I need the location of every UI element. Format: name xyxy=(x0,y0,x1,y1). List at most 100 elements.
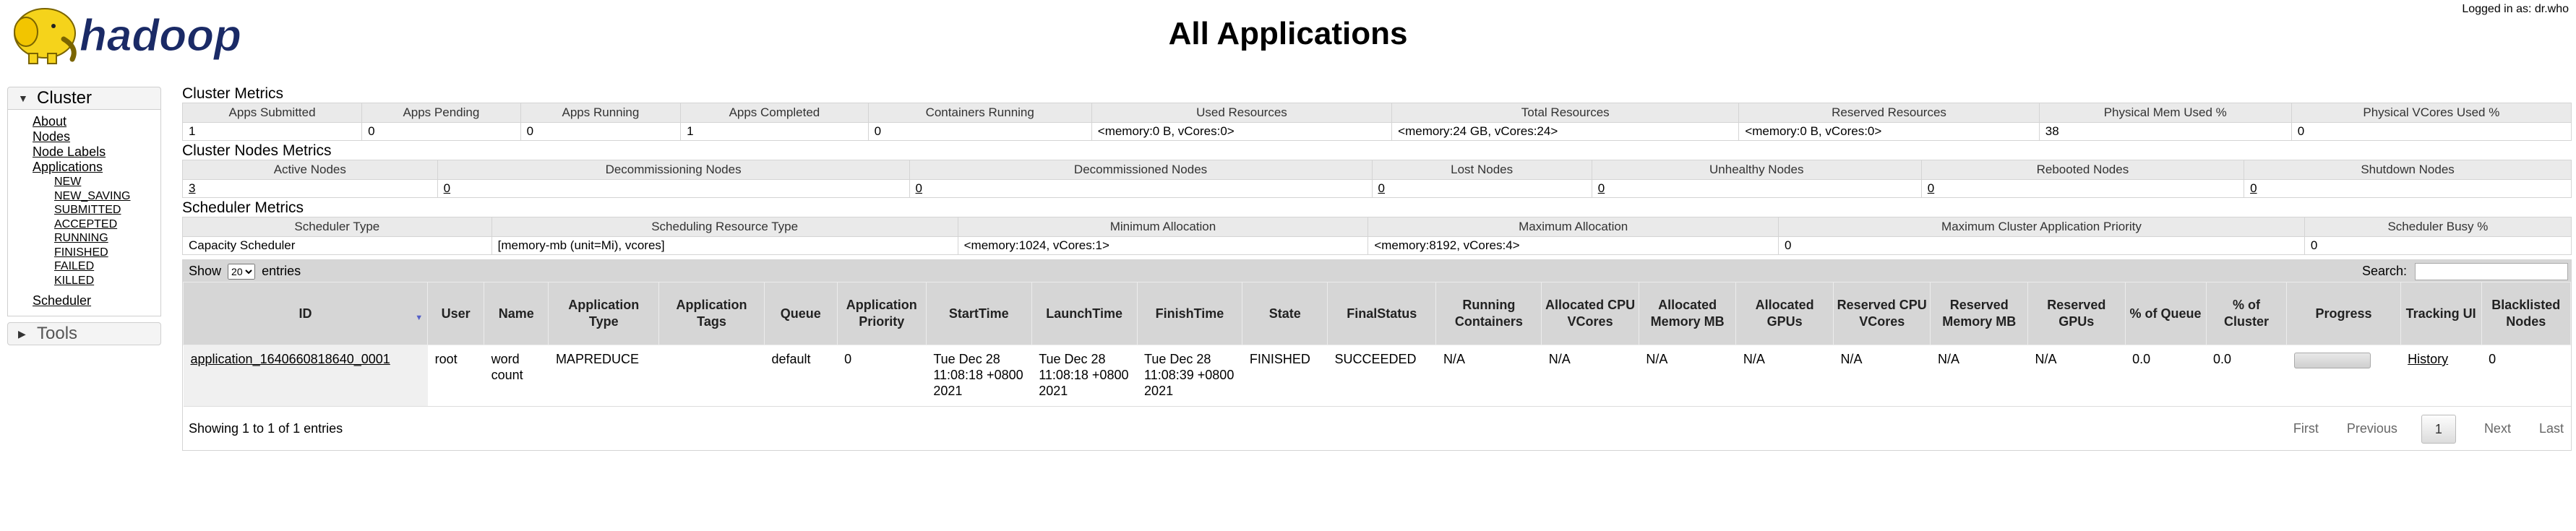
metric-header: Active Nodes xyxy=(182,160,438,180)
metric-value: <memory:1024, vCores:1> xyxy=(957,236,1369,255)
rebooted-nodes-link[interactable]: 0 xyxy=(1928,181,1934,195)
nav-state-killed[interactable]: KILLED xyxy=(54,275,94,287)
col-header-progress[interactable]: Progress xyxy=(2286,282,2401,345)
nav-state-failed[interactable]: FAILED xyxy=(54,260,94,272)
col-header-state[interactable]: State xyxy=(1242,282,1328,345)
metric-header: Apps Pending xyxy=(361,103,521,123)
nav-nodes-link[interactable]: Nodes xyxy=(33,129,70,144)
scheduler-metrics-title: Scheduler Metrics xyxy=(182,199,304,216)
metric-header: Rebooted Nodes xyxy=(1920,160,2245,180)
metric-header: Apps Completed xyxy=(680,103,869,123)
applications-panel: Show 20 entries Search: ID ▼ User Name Ap… xyxy=(182,259,2572,451)
metric-value: [memory-mb (unit=Mi), vcores] xyxy=(491,236,958,255)
pager-last[interactable]: Last xyxy=(2539,421,2564,436)
nav-state-submitted[interactable]: SUBMITTED xyxy=(54,204,121,216)
metric-header: Scheduler Type xyxy=(182,217,492,237)
metric-header: Scheduling Resource Type xyxy=(491,217,958,237)
nav-state-accepted[interactable]: ACCEPTED xyxy=(54,218,117,230)
pager-previous[interactable]: Previous xyxy=(2347,421,2397,436)
col-header-priority[interactable]: Application Priority xyxy=(836,282,927,345)
metric-value: <memory:8192, vCores:4> xyxy=(1368,236,1779,255)
metric-value: Capacity Scheduler xyxy=(182,236,492,255)
active-nodes-link[interactable]: 3 xyxy=(189,181,195,195)
sort-desc-icon: ▼ xyxy=(415,314,424,322)
col-header-name[interactable]: Name xyxy=(484,282,549,345)
col-header-allocated-cpu[interactable]: Allocated CPU VCores xyxy=(1541,282,1639,345)
cell-name: word count xyxy=(484,345,549,407)
col-header-final-status[interactable]: FinalStatus xyxy=(1327,282,1437,345)
pager-current-page[interactable]: 1 xyxy=(2421,415,2456,444)
entries-label: entries xyxy=(262,264,301,278)
col-header-app-type[interactable]: Application Type xyxy=(548,282,660,345)
decommissioning-nodes-link[interactable]: 0 xyxy=(444,181,450,195)
application-id-link[interactable]: application_1640660818640_0001 xyxy=(191,352,390,366)
cell-app-type: MAPREDUCE xyxy=(548,345,659,407)
cell-pct-queue: 0.0 xyxy=(2125,345,2207,407)
metric-header: Reserved Resources xyxy=(1738,103,2040,123)
col-header-app-tags[interactable]: Application Tags xyxy=(658,282,765,345)
col-header-finish-time[interactable]: FinishTime xyxy=(1136,282,1243,345)
table-info: Showing 1 to 1 of 1 entries xyxy=(189,421,343,436)
col-header-reserved-gpus[interactable]: Reserved GPUs xyxy=(2027,282,2126,345)
nav-state-finished[interactable]: FINISHED xyxy=(54,246,108,259)
cell-app-tags xyxy=(658,345,765,407)
metric-value: 0 xyxy=(520,122,682,141)
col-header-running-containers[interactable]: Running Containers xyxy=(1435,282,1542,345)
col-header-tracking-ui[interactable]: Tracking UI xyxy=(2400,282,2482,345)
decommissioned-nodes-link[interactable]: 0 xyxy=(916,181,922,195)
metric-header: Minimum Allocation xyxy=(957,217,1369,237)
scheduler-metrics-table: Scheduler Type Scheduling Resource Type … xyxy=(182,217,2572,255)
metric-header: Decommissioning Nodes xyxy=(437,160,910,180)
cell-reserved-gpus: N/A xyxy=(2027,345,2126,407)
col-header-launch-time[interactable]: LaunchTime xyxy=(1031,282,1138,345)
col-header-reserved-cpu[interactable]: Reserved CPU VCores xyxy=(1832,282,1931,345)
metric-header: Scheduler Busy % xyxy=(2304,217,2572,237)
logged-in-label: Logged in as: dr.who xyxy=(2462,3,2569,15)
nav-about-link[interactable]: About xyxy=(33,114,66,129)
applications-table: ID ▼ User Name Application Type Applicati… xyxy=(182,282,2572,407)
metric-value: 1 xyxy=(181,122,363,141)
metric-header: Used Resources xyxy=(1091,103,1393,123)
col-header-blacklisted-nodes[interactable]: Blacklisted Nodes xyxy=(2481,282,2572,345)
col-header-queue[interactable]: Queue xyxy=(763,282,838,345)
cluster-label: Cluster xyxy=(37,88,93,108)
table-footer: Showing 1 to 1 of 1 entries First Previo… xyxy=(183,407,2571,450)
nav-state-running[interactable]: RUNNING xyxy=(54,232,108,244)
cluster-section-header[interactable]: ▼ Cluster xyxy=(7,87,161,110)
col-header-allocated-memory[interactable]: Allocated Memory MB xyxy=(1638,282,1737,345)
lost-nodes-link[interactable]: 0 xyxy=(1378,181,1385,195)
search-input[interactable] xyxy=(2415,263,2568,281)
cell-queue: default xyxy=(764,345,838,407)
pager-first[interactable]: First xyxy=(2293,421,2319,436)
nav-state-new[interactable]: NEW xyxy=(54,176,81,188)
metric-value: 0 xyxy=(2291,122,2572,141)
cell-progress xyxy=(2286,345,2401,407)
nav-node-labels-link[interactable]: Node Labels xyxy=(33,144,106,159)
table-row: application_1640660818640_0001 root word… xyxy=(183,345,2571,407)
metric-header: Total Resources xyxy=(1391,103,1740,123)
metric-header: Apps Submitted xyxy=(181,103,363,123)
col-header-reserved-memory[interactable]: Reserved Memory MB xyxy=(1930,282,2029,345)
col-header-user[interactable]: User xyxy=(427,282,485,345)
app-state-links: NEW NEW_SAVING SUBMITTED ACCEPTED RUNNIN… xyxy=(33,175,160,288)
shutdown-nodes-link[interactable]: 0 xyxy=(2250,181,2257,195)
nav-state-new-saving[interactable]: NEW_SAVING xyxy=(54,190,131,202)
tracking-ui-link[interactable]: History xyxy=(2408,352,2448,366)
cluster-links: About Nodes Node Labels Applications NEW… xyxy=(7,110,161,316)
col-header-id[interactable]: ID ▼ xyxy=(182,282,429,345)
tools-section-header[interactable]: ▶ Tools xyxy=(7,322,161,345)
col-header-pct-queue[interactable]: % of Queue xyxy=(2124,282,2207,345)
metric-header: Lost Nodes xyxy=(1371,160,1592,180)
page-title: All Applications xyxy=(1168,16,1408,51)
unhealthy-nodes-link[interactable]: 0 xyxy=(1598,181,1605,195)
col-header-pct-cluster[interactable]: % of Cluster xyxy=(2205,282,2288,345)
cell-launch-time: Tue Dec 28 11:08:18 +0800 2021 xyxy=(1031,345,1138,407)
page-size-select[interactable]: 20 xyxy=(228,264,256,280)
pager-next[interactable]: Next xyxy=(2484,421,2511,436)
metric-value: 0 xyxy=(1778,236,2305,255)
nav-scheduler-link[interactable]: Scheduler xyxy=(33,293,91,308)
col-header-allocated-gpus[interactable]: Allocated GPUs xyxy=(1735,282,1834,345)
metric-header: Apps Running xyxy=(520,103,682,123)
col-header-start-time[interactable]: StartTime xyxy=(925,282,1032,345)
nav-applications-link[interactable]: Applications xyxy=(33,160,103,174)
